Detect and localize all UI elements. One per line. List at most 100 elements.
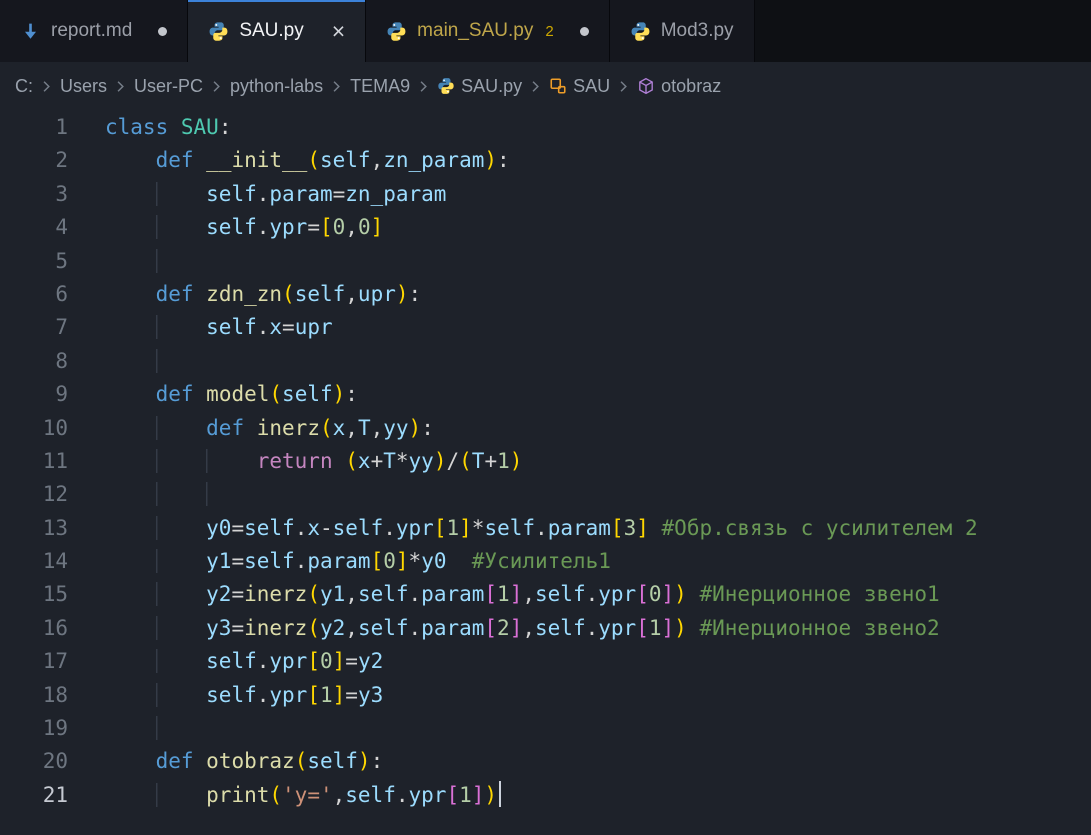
code-line-text: def inerz(x,T,yy): [105,412,434,445]
modified-dot-icon [158,27,167,36]
markdown-icon [20,21,41,42]
code-line-text: y2=inerz(y1,self.param[1],self.ypr[0]) #… [105,578,940,611]
indent-guide [156,616,207,640]
code-line[interactable]: 13 y0=self.x-self.ypr[1]*self.param[3] #… [0,512,1091,545]
chevron-right-icon [112,78,129,95]
line-number: 4 [0,211,68,244]
code-line[interactable]: 3 self.param=zn_param [0,178,1091,211]
indent-guide [156,783,207,807]
tab-main-sau-py[interactable]: main_SAU.py2 [366,0,610,62]
vscode-window: report.mdSAU.py×main_SAU.py2Mod3.py C:Us… [0,0,1091,835]
code-line-text [105,345,206,378]
line-number: 18 [0,679,68,712]
code-line[interactable]: 2 def __init__(self,zn_param): [0,144,1091,177]
breadcrumb-item-sau-py[interactable]: SAU.py [434,76,525,97]
line-number: 7 [0,311,68,344]
line-number: 5 [0,245,68,278]
modified-dot-icon [580,27,589,36]
code-line[interactable]: 6 def zdn_zn(self,upr): [0,278,1091,311]
chevron-right-icon [208,78,225,95]
editor-tab-bar: report.md SAU.py×main_SAU.py2Mod3.py [0,0,1091,62]
line-number: 9 [0,378,68,411]
chevron-right-icon [615,78,632,95]
python-icon [630,21,651,42]
method-icon [637,77,655,95]
code-line[interactable]: 15 y2=inerz(y1,self.param[1],self.ypr[0]… [0,578,1091,611]
breadcrumb-label: otobraz [661,76,721,97]
close-tab-icon[interactable]: × [332,20,345,43]
breadcrumb-label: SAU.py [461,76,522,97]
code-editor[interactable]: 1class SAU:2 def __init__(self,zn_param)… [0,110,1091,835]
breadcrumb-label: C: [15,76,33,97]
code-line-text [105,478,257,511]
code-line[interactable]: 21 print('y=',self.ypr[1]) [0,779,1091,812]
code-line[interactable]: 7 self.x=upr [0,311,1091,344]
breadcrumb-item-tema9[interactable]: TEMA9 [347,76,413,97]
code-line[interactable]: 14 y1=self.param[0]*y0 #Усилитель1 [0,545,1091,578]
code-line-text: return (x+T*yy)/(T+1) [105,445,522,478]
code-line-text: def __init__(self,zn_param): [105,144,510,177]
line-number: 19 [0,712,68,745]
code-line-text [105,245,206,278]
code-line[interactable]: 16 y3=inerz(y2,self.param[2],self.ypr[1]… [0,612,1091,645]
code-line-text: def otobraz(self): [105,745,383,778]
code-line-text: print('y=',self.ypr[1]) [105,779,501,812]
line-number: 10 [0,412,68,445]
tab-sau-py[interactable]: SAU.py× [188,0,366,62]
class-icon [549,77,567,95]
code-line-text: class SAU: [105,111,231,144]
line-number: 12 [0,478,68,511]
code-line[interactable]: 17 self.ypr[0]=y2 [0,645,1091,678]
code-line-text: y3=inerz(y2,self.param[2],self.ypr[1]) #… [105,612,940,645]
code-line[interactable]: 4 self.ypr=[0,0] [0,211,1091,244]
chevron-right-icon [328,78,345,95]
line-number: 13 [0,512,68,545]
indent-guide [156,482,207,506]
code-line[interactable]: 18 self.ypr[1]=y3 [0,679,1091,712]
indent-guide [156,449,207,473]
indent-guide [156,182,207,206]
indent-guide [156,349,207,373]
code-line[interactable]: 10 def inerz(x,T,yy): [0,412,1091,445]
tab-mod3-py[interactable]: Mod3.py [610,0,755,62]
code-line-text: def zdn_zn(self,upr): [105,278,421,311]
indent-guide [206,482,257,506]
chevron-right-icon [38,78,55,95]
code-line[interactable]: 20 def otobraz(self): [0,745,1091,778]
line-number: 16 [0,612,68,645]
breadcrumb-item-c-[interactable]: C: [12,76,36,97]
code-line[interactable]: 19 [0,712,1091,745]
breadcrumb-item-otobraz[interactable]: otobraz [634,76,724,97]
indent-guide [206,449,257,473]
breadcrumb-item-users[interactable]: Users [57,76,110,97]
python-icon [437,77,455,95]
chevron-right-icon [527,78,544,95]
line-number: 11 [0,445,68,478]
indent-guide [156,249,207,273]
indent-guide [156,416,207,440]
line-number: 21 [0,779,68,812]
breadcrumb-item-sau[interactable]: SAU [546,76,613,97]
tab-label: main_SAU.py [417,20,533,42]
code-line[interactable]: 8 [0,345,1091,378]
code-line-text: self.x=upr [105,311,333,344]
code-line[interactable]: 5 [0,245,1091,278]
code-line[interactable]: 12 [0,478,1091,511]
line-number: 14 [0,545,68,578]
tab-label: report.md [51,20,132,42]
code-line[interactable]: 9 def model(self): [0,378,1091,411]
line-number: 6 [0,278,68,311]
breadcrumb-label: TEMA9 [350,76,410,97]
breadcrumb-label: User-PC [134,76,203,97]
breadcrumb-item-python-labs[interactable]: python-labs [227,76,326,97]
line-number: 2 [0,144,68,177]
code-line[interactable]: 11 return (x+T*yy)/(T+1) [0,445,1091,478]
code-line-text: self.param=zn_param [105,178,446,211]
code-line-text: y0=self.x-self.ypr[1]*self.param[3] #Обр… [105,512,978,545]
indent-guide [156,315,207,339]
tab-report-md[interactable]: report.md [0,0,188,62]
breadcrumb-label: SAU [573,76,610,97]
code-line-text: def model(self): [105,378,358,411]
breadcrumb-item-user-pc[interactable]: User-PC [131,76,206,97]
code-line[interactable]: 1class SAU: [0,111,1091,144]
